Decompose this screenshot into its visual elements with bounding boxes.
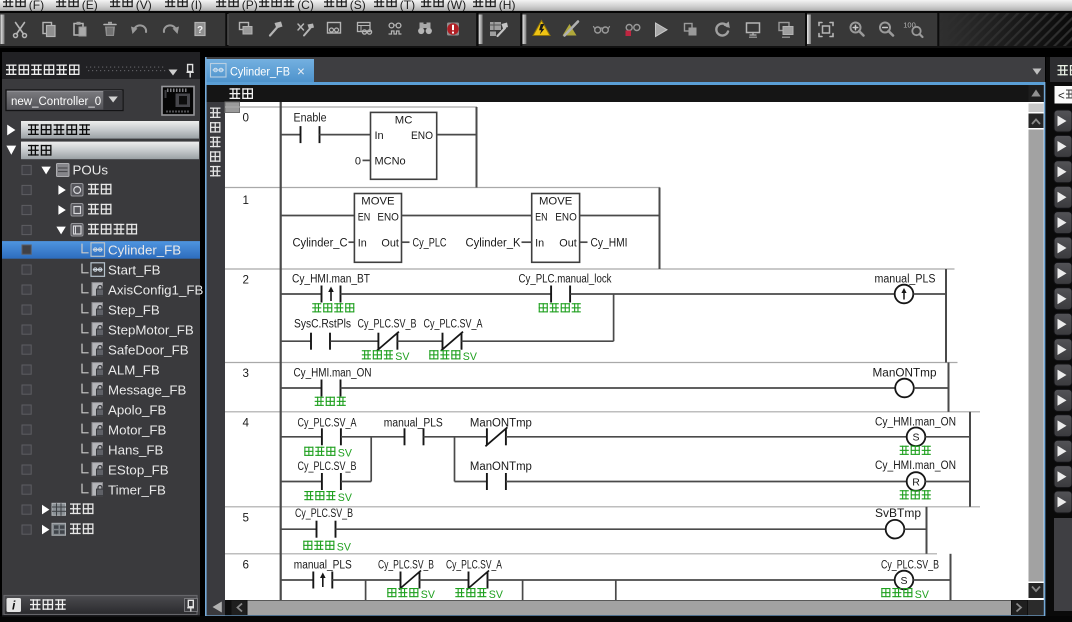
svg-text:manual_PLS: manual_PLS: [294, 559, 352, 571]
svg-text:4: 4: [243, 417, 250, 430]
svg-text:?: ?: [197, 25, 203, 36]
svg-text:×: ×: [297, 64, 305, 79]
svg-text:Cy_PLC.SV_A: Cy_PLC.SV_A: [446, 559, 502, 571]
svg-text:ManONTmp: ManONTmp: [873, 368, 937, 380]
svg-text:SV: SV: [338, 492, 353, 504]
svg-text:Out: Out: [381, 238, 399, 250]
svg-text:Cy_HMI.man_ON: Cy_HMI.man_ON: [875, 416, 956, 428]
svg-text:POUs: POUs: [73, 163, 109, 178]
svg-text:SV: SV: [421, 589, 436, 601]
svg-text:(W): (W): [447, 0, 466, 12]
svg-text:SV: SV: [489, 589, 504, 601]
svg-text:manual_PLS: manual_PLS: [875, 274, 936, 286]
svg-text:SV: SV: [395, 351, 410, 363]
svg-text:Message_FB: Message_FB: [108, 382, 186, 397]
svg-text:Cy_PLC.SV_B: Cy_PLC.SV_B: [378, 559, 434, 571]
svg-text:S: S: [912, 432, 919, 444]
svg-text:In: In: [358, 238, 367, 250]
svg-text:(P): (P): [242, 0, 258, 12]
svg-text:Hans_FB: Hans_FB: [108, 442, 164, 457]
svg-text:ENO: ENO: [377, 212, 399, 224]
svg-text:0: 0: [243, 111, 249, 124]
svg-text:MOVE: MOVE: [539, 196, 573, 208]
svg-text:5: 5: [243, 512, 249, 525]
svg-text:3: 3: [243, 367, 249, 380]
svg-text:ManONTmp: ManONTmp: [470, 461, 532, 473]
svg-text:Cylinder_FB: Cylinder_FB: [108, 242, 181, 257]
svg-text:Step_FB: Step_FB: [108, 302, 160, 317]
svg-text:new_Controller_0: new_Controller_0: [11, 96, 101, 108]
svg-text:ManONTmp: ManONTmp: [470, 417, 532, 429]
svg-text:Motor_FB: Motor_FB: [108, 422, 167, 437]
svg-text:(F): (F): [29, 0, 44, 12]
svg-text:Timer_FB: Timer_FB: [108, 482, 166, 497]
svg-text:MOVE: MOVE: [361, 196, 395, 208]
svg-text:EN: EN: [358, 212, 371, 224]
svg-text:(C): (C): [297, 0, 314, 12]
svg-text:Out: Out: [559, 238, 577, 250]
svg-text:Cy_HMI.man_BT: Cy_HMI.man_BT: [292, 274, 370, 286]
svg-text:2: 2: [243, 273, 249, 286]
svg-text:Cy_PLC.SV_B: Cy_PLC.SV_B: [295, 508, 353, 520]
svg-text:Cylinder_K: Cylinder_K: [466, 238, 521, 250]
svg-text:1: 1: [243, 194, 249, 207]
svg-text:(E): (E): [82, 0, 98, 12]
svg-text:Cy_PLC.SV_A: Cy_PLC.SV_A: [424, 319, 483, 331]
svg-text:StepMotor_FB: StepMotor_FB: [108, 322, 194, 337]
svg-text:Cy_HMI.man_ON: Cy_HMI.man_ON: [875, 460, 956, 472]
svg-text:SV: SV: [337, 542, 352, 554]
svg-text:ENO: ENO: [411, 130, 433, 142]
svg-text:(V): (V): [136, 0, 152, 12]
svg-text:(I): (I): [191, 0, 202, 12]
svg-text:MC: MC: [395, 114, 413, 126]
svg-text:6: 6: [243, 559, 249, 572]
svg-text:0: 0: [355, 155, 361, 167]
svg-text:Cy_HMI: Cy_HMI: [591, 238, 628, 250]
svg-text:(S): (S): [350, 0, 366, 12]
svg-text:Cy_PLC.SV_B: Cy_PLC.SV_B: [298, 461, 357, 473]
svg-text:ALM_FB: ALM_FB: [108, 362, 160, 377]
svg-text:Cy_PLC: Cy_PLC: [413, 238, 447, 250]
svg-text:(T): (T): [400, 0, 415, 12]
svg-text:SysC.RstPls: SysC.RstPls: [294, 319, 351, 331]
svg-text:Enable: Enable: [294, 112, 327, 124]
svg-text:<: <: [1058, 91, 1065, 103]
svg-text:EStop_FB: EStop_FB: [108, 462, 169, 477]
svg-text:Cy_PLC.SV_B: Cy_PLC.SV_B: [358, 319, 417, 331]
svg-text:SV: SV: [915, 589, 930, 601]
svg-text:(H): (H): [499, 0, 516, 12]
svg-text:Cy_PLC.SV_A: Cy_PLC.SV_A: [298, 417, 357, 429]
svg-text:AxisConfig1_FB: AxisConfig1_FB: [108, 282, 203, 297]
svg-text:In: In: [375, 130, 384, 142]
svg-text:Cy_PLC.SV_B: Cy_PLC.SV_B: [881, 559, 939, 571]
svg-text:R: R: [912, 476, 920, 488]
svg-text:MCNo: MCNo: [375, 155, 406, 167]
svg-text:Cy_PLC.manual_lock: Cy_PLC.manual_lock: [519, 274, 612, 286]
svg-text:Cy_HMI.man_ON: Cy_HMI.man_ON: [294, 368, 372, 380]
svg-text:SV: SV: [338, 448, 353, 460]
svg-text:SvBTmp: SvBTmp: [875, 508, 921, 520]
svg-text:EN: EN: [535, 212, 548, 224]
svg-text:Cylinder_C: Cylinder_C: [293, 238, 348, 250]
svg-text:Apolo_FB: Apolo_FB: [108, 402, 167, 417]
svg-text:S: S: [900, 575, 907, 587]
svg-text:SafeDoor_FB: SafeDoor_FB: [108, 342, 189, 357]
svg-text:Cylinder_FB: Cylinder_FB: [230, 64, 290, 78]
svg-text:ENO: ENO: [555, 212, 577, 224]
svg-text:In: In: [535, 238, 544, 250]
svg-text:Start_FB: Start_FB: [108, 262, 161, 277]
svg-text:SV: SV: [463, 351, 478, 363]
svg-text:manual_PLS: manual_PLS: [384, 417, 443, 429]
